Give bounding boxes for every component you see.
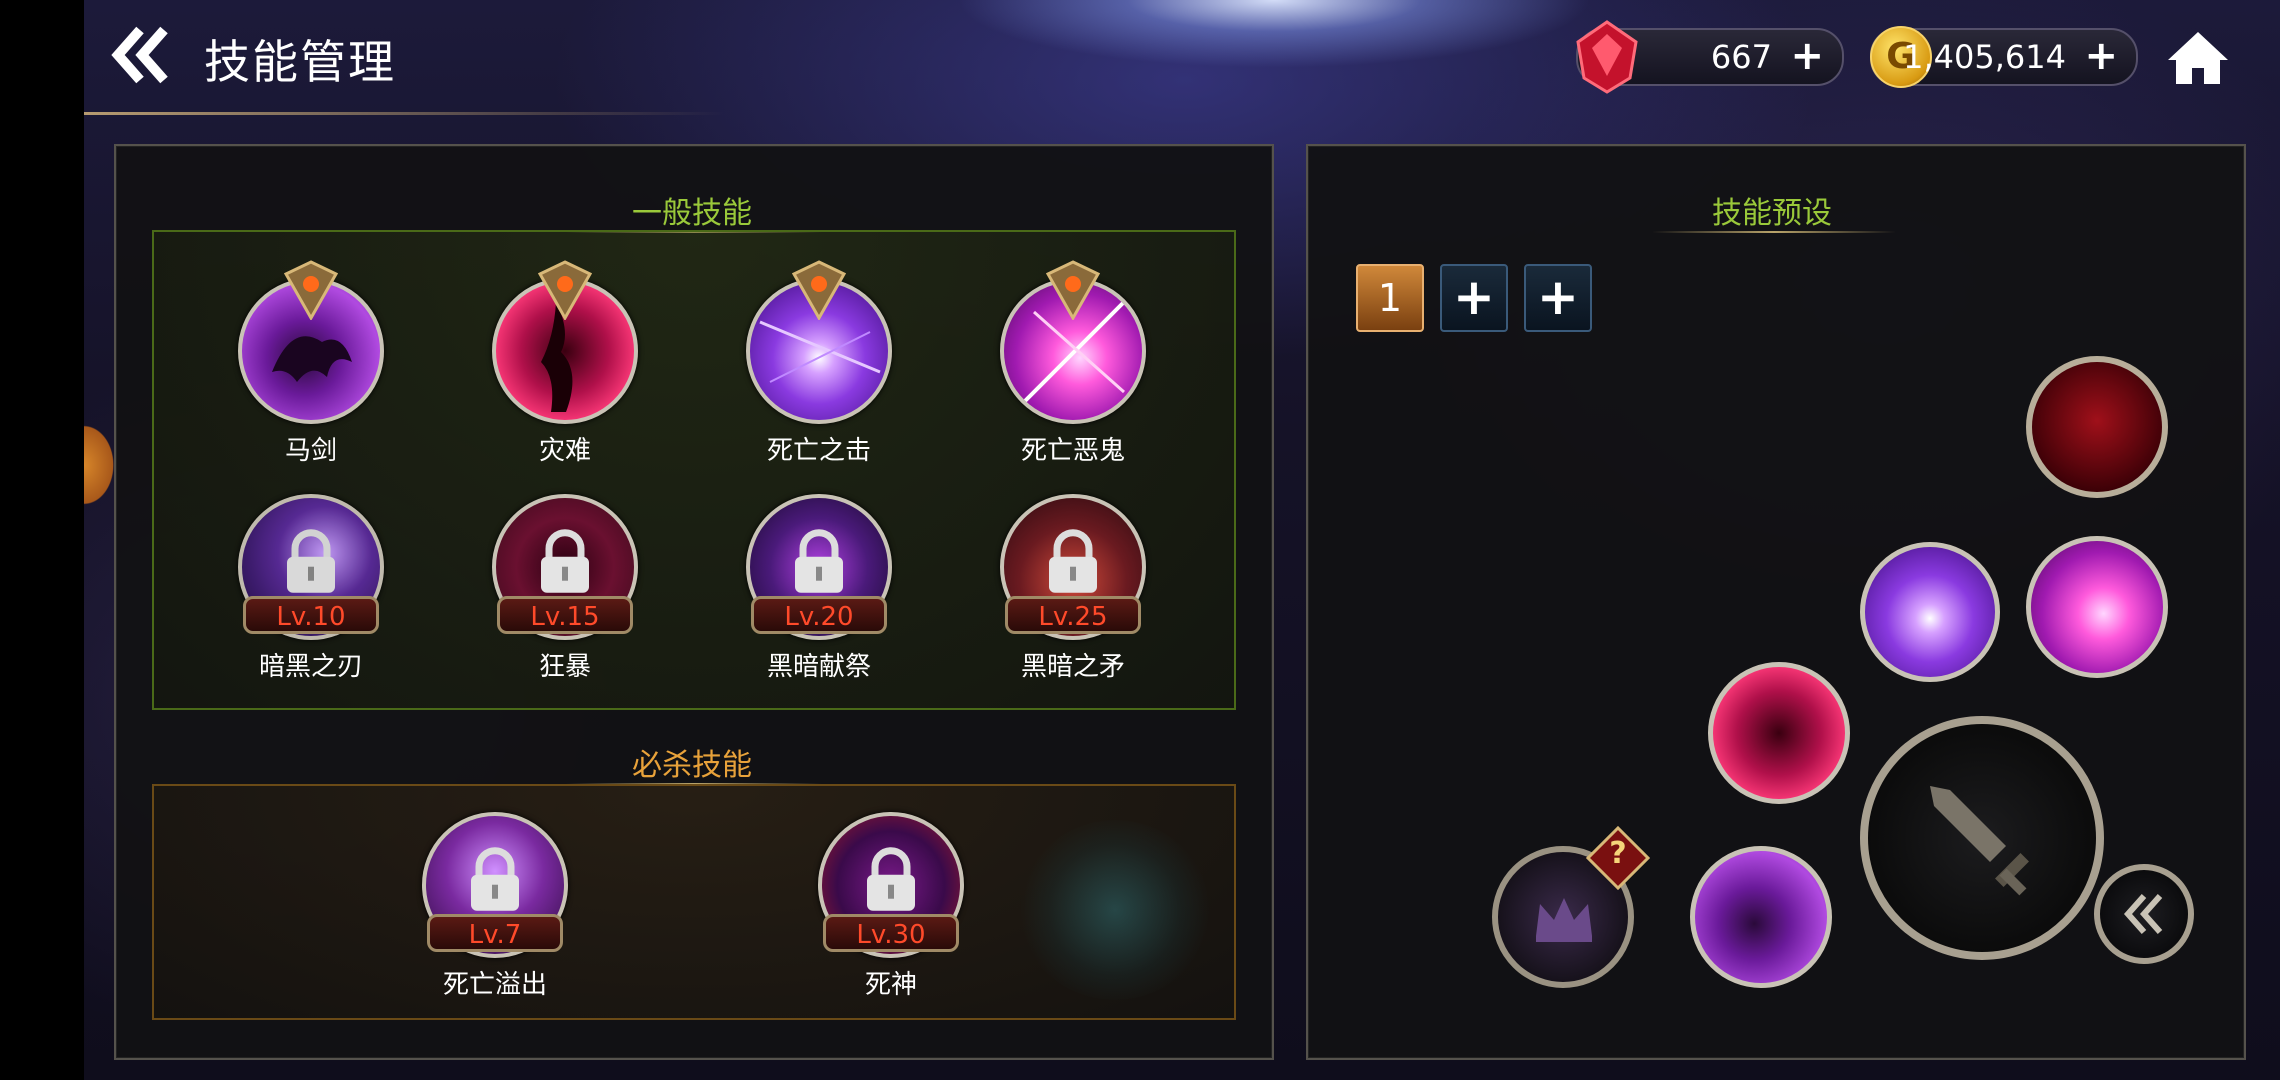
home-icon <box>2168 32 2228 84</box>
gold-currency: G 1,405,614 + <box>1870 26 2138 88</box>
red-gem-icon <box>1576 20 1638 94</box>
level-requirement-badge: Lv.15 <box>497 596 633 634</box>
level-requirement-badge: Lv.25 <box>1005 596 1141 634</box>
level-requirement-badge: Lv.10 <box>243 596 379 634</box>
lock-icon <box>471 847 519 911</box>
preset-slot-pink-slash[interactable] <box>2026 536 2168 678</box>
normal-skills-title: 一般技能 <box>632 196 752 231</box>
level-requirement-badge: Lv.7 <box>427 914 563 952</box>
home-button[interactable] <box>2166 28 2230 88</box>
equipped-badge-icon <box>1046 260 1100 320</box>
skill-label-hei-an-zhi-mao: 黑暗之矛 <box>1020 652 1125 682</box>
sparkle-effect <box>1020 820 1210 1000</box>
skill-label-si-wang-zhi-ji: 死亡之击 <box>766 436 871 466</box>
level-requirement-badge: Lv.20 <box>751 596 887 634</box>
double-chevron-left-icon <box>2123 894 2163 934</box>
lock-icon <box>1049 529 1097 593</box>
skill-label-zai-nan: 灾难 <box>538 436 591 466</box>
cat-mascot-icon <box>84 420 118 510</box>
equipped-badge-icon <box>538 260 592 320</box>
preset-tab-1[interactable]: 1 <box>1356 264 1424 332</box>
level-requirement-badge: Lv.30 <box>823 914 959 952</box>
skill-label-si-wang-yi-chu: 死亡溢出 <box>442 970 547 1000</box>
page-title: 技能管理 <box>204 35 396 89</box>
preset-slot-violet-burst[interactable] <box>1860 542 2000 682</box>
add-preset-button[interactable]: + <box>1440 264 1508 332</box>
skill-label-kuang-bao: 狂暴 <box>538 652 591 682</box>
lock-icon <box>867 847 915 911</box>
lock-icon <box>541 529 589 593</box>
header-divider <box>84 112 724 115</box>
lock-icon <box>287 529 335 593</box>
gold-amount: 1,405,614 <box>1903 38 2066 76</box>
add-preset-button[interactable]: + <box>1524 264 1592 332</box>
skill-label-an-hei-zhi-ren: 暗黑之刃 <box>258 652 363 682</box>
skill-label-ma-jian: 马剑 <box>284 436 337 466</box>
preset-slot-crimson-demon[interactable] <box>1708 662 1850 804</box>
collapse-skill-panel-button[interactable] <box>2094 864 2194 964</box>
preset-title-underline <box>1652 231 1896 233</box>
unknown-badge-text: ? <box>1609 836 1627 871</box>
skill-label-si-shen: 死神 <box>864 970 917 1000</box>
skill-preset-title: 技能预设 <box>1712 196 1832 231</box>
add-gold-button[interactable]: + <box>2084 36 2118 76</box>
ultimate-skills-title: 必杀技能 <box>632 748 752 783</box>
back-button[interactable] <box>108 26 172 84</box>
skill-label-hei-an-xian-ji: 黑暗献祭 <box>766 652 871 682</box>
double-chevron-left-icon <box>111 26 168 84</box>
sword-icon <box>1930 786 2029 896</box>
add-gems-button[interactable]: + <box>1790 36 1824 76</box>
preset-slot-shadow-beast[interactable] <box>1690 846 1832 988</box>
equipped-badge-icon <box>284 260 338 320</box>
lock-icon <box>795 529 843 593</box>
crown-icon <box>1536 898 1592 942</box>
gem-amount: 667 <box>1710 38 1772 76</box>
gem-currency: 667 + <box>1576 20 1844 94</box>
attack-button[interactable] <box>1860 716 2104 960</box>
skill-label-si-wang-e-gui: 死亡恶鬼 <box>1020 436 1125 466</box>
potion-slot[interactable] <box>2026 356 2168 498</box>
equipped-badge-icon <box>792 260 846 320</box>
